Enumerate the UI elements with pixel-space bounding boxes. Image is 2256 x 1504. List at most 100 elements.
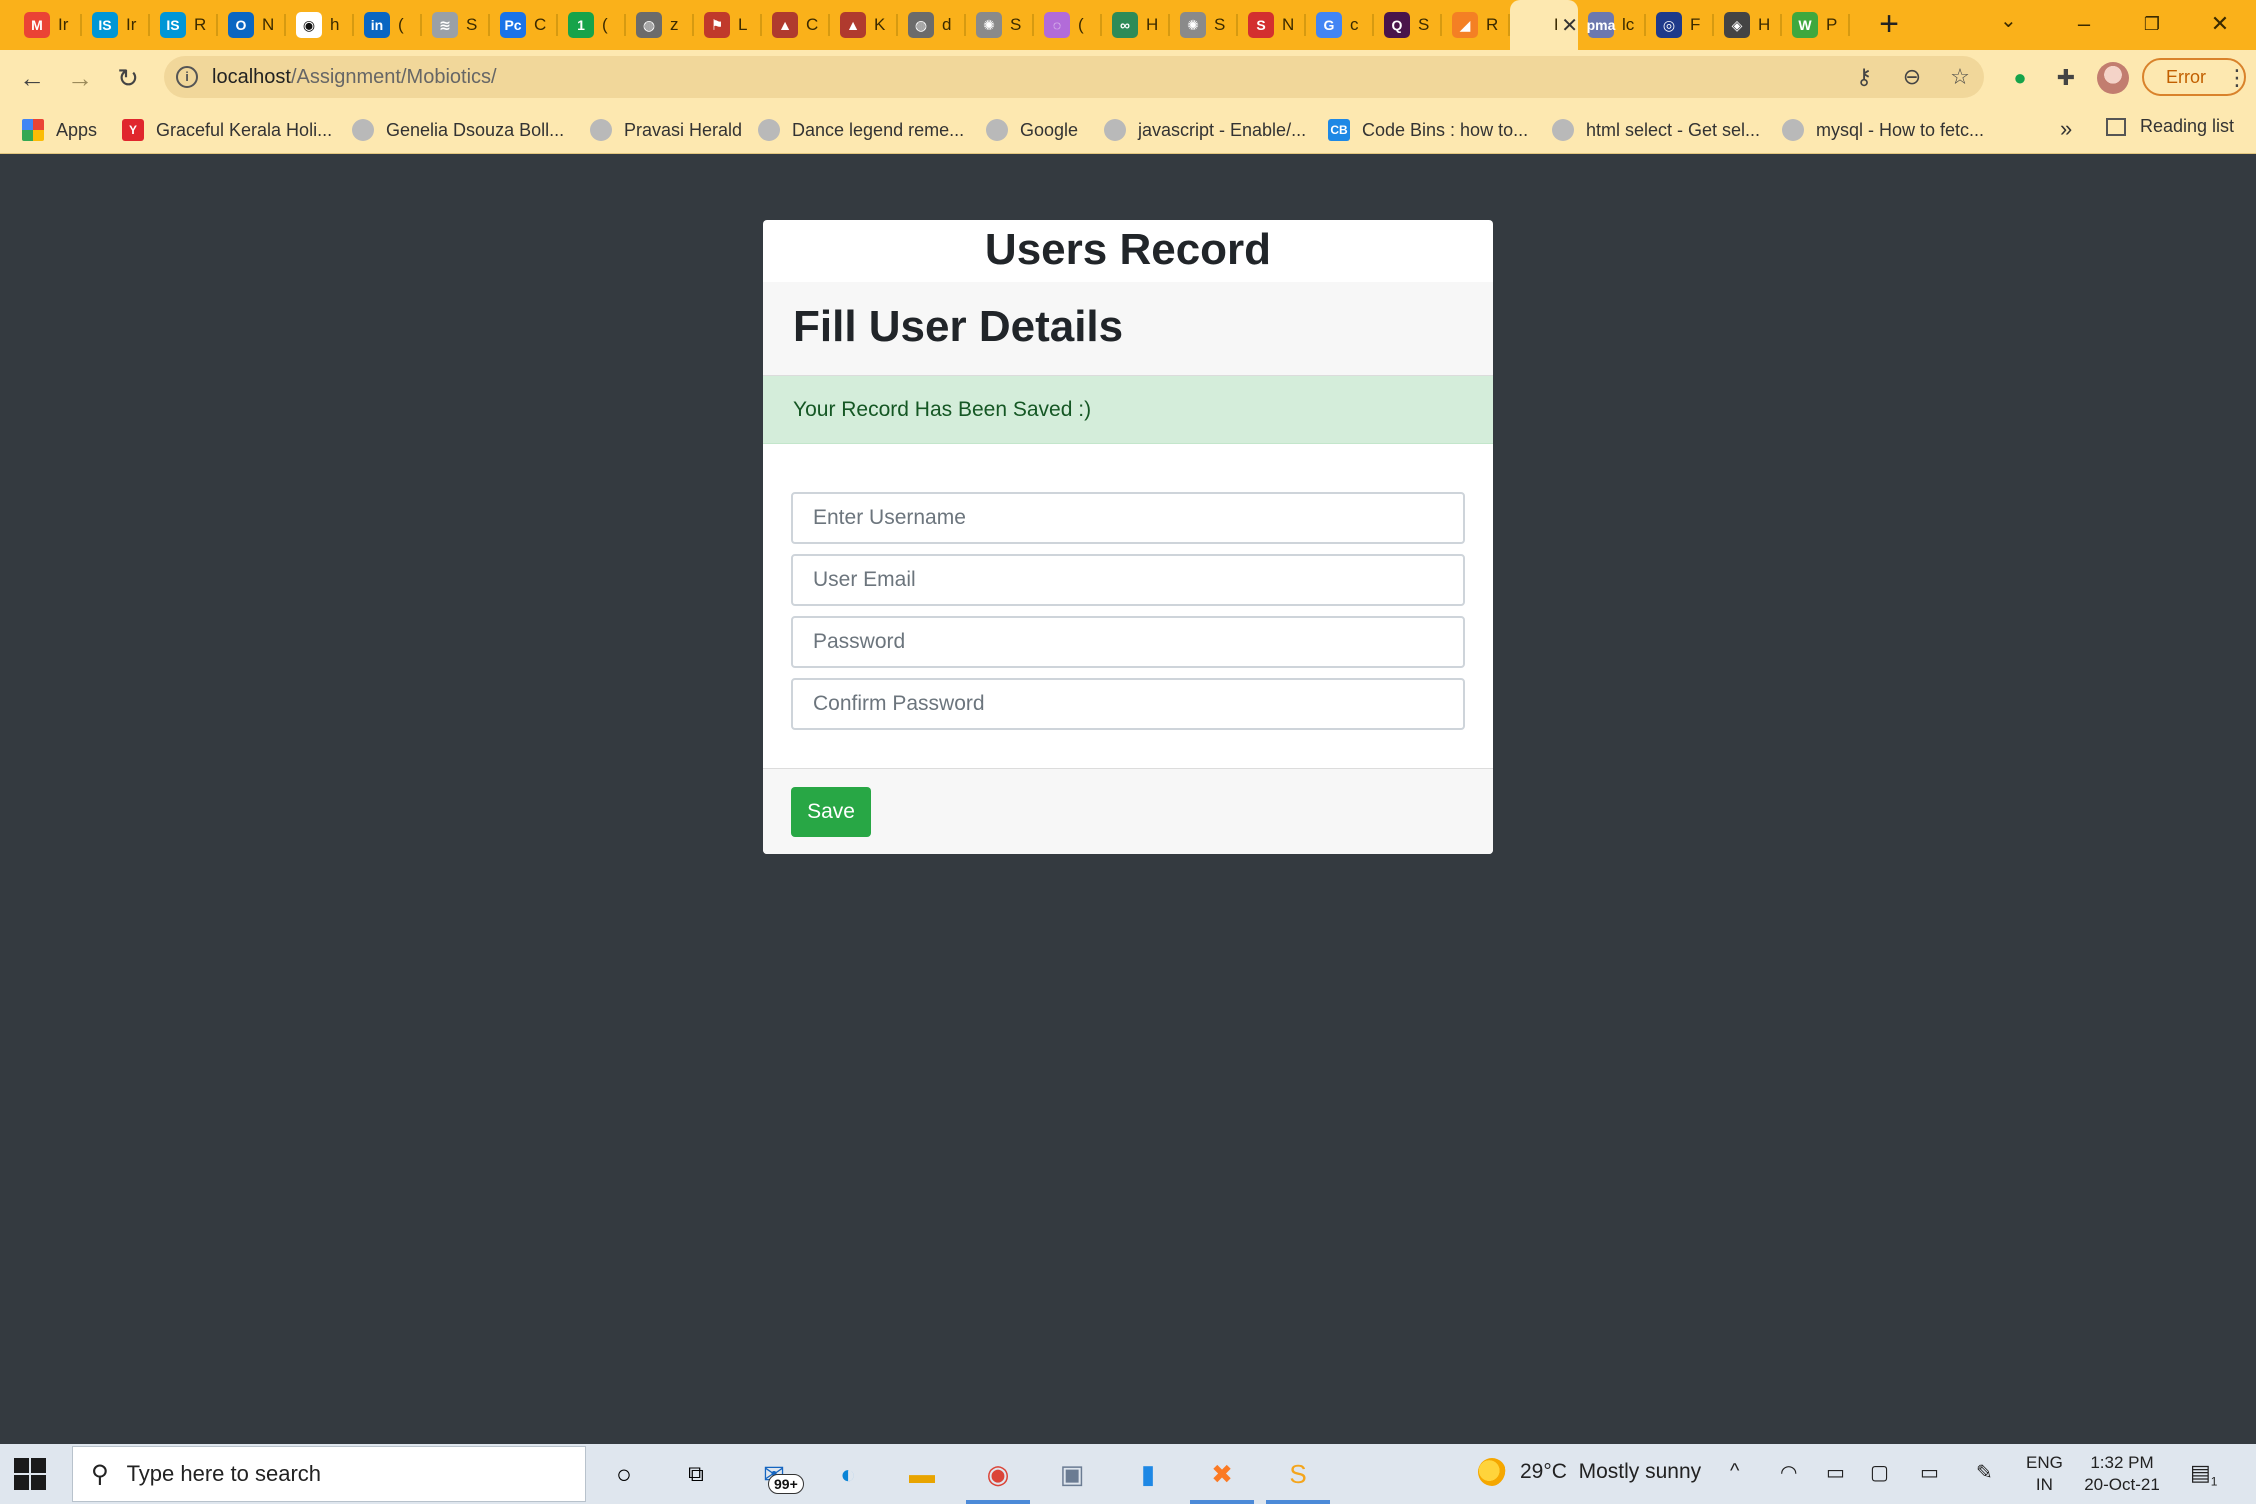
- taskbar-clock[interactable]: 1:32 PM 20-Oct-21: [2080, 1452, 2164, 1496]
- windows-start-icon[interactable]: [14, 1458, 46, 1490]
- profile-avatar[interactable]: [2097, 62, 2129, 94]
- site-icon: ⚑: [704, 12, 730, 38]
- tab-search-chevron-icon[interactable]: ⌄: [2000, 8, 2017, 33]
- back-arrow-icon[interactable]: ←: [14, 60, 50, 96]
- battery-icon[interactable]: ▭: [1920, 1460, 1939, 1485]
- stackoverflow-icon: ◢: [1452, 12, 1478, 38]
- show-hidden-icons-chevron-icon[interactable]: ^: [1730, 1460, 1739, 1483]
- site-icon: ▲: [772, 12, 798, 38]
- globe-icon: ◍: [908, 12, 934, 38]
- tab-title: P: [1826, 15, 1838, 34]
- site-icon: Pc: [500, 12, 526, 38]
- tab-title: L: [738, 15, 748, 34]
- browser-tab[interactable]: ✺ S: [966, 0, 1034, 50]
- browser-tab[interactable]: pma lc: [1578, 0, 1646, 50]
- bookmarks-overflow-icon[interactable]: »: [2060, 116, 2072, 142]
- bookmark-star-icon[interactable]: ☆: [1946, 64, 1974, 90]
- chrome-icon[interactable]: ◉: [966, 1454, 1030, 1504]
- browser-tab[interactable]: Gc: [1306, 0, 1374, 50]
- tab-title: Re: [1554, 15, 1557, 35]
- browser-tab[interactable]: IS R: [150, 0, 218, 50]
- bookmark-item[interactable]: CB Code Bins : how to...: [1328, 116, 1528, 144]
- browser-tab[interactable]: ⚑ L: [694, 0, 762, 50]
- language-indicator[interactable]: ENG IN: [2026, 1452, 2063, 1496]
- zoom-icon[interactable]: ⊖: [1898, 64, 1926, 90]
- url-text[interactable]: localhost/Assignment/Mobiotics/: [212, 66, 497, 89]
- close-window-button[interactable]: ✕: [2200, 6, 2240, 42]
- reload-icon[interactable]: ↻: [110, 60, 146, 96]
- taskbar-search-box[interactable]: ⚲ Type here to search: [72, 1446, 586, 1502]
- save-button[interactable]: Save: [791, 787, 871, 837]
- weather-widget[interactable]: 29°C Mostly sunny: [1478, 1458, 1701, 1486]
- browser-tab[interactable]: ◍ z: [626, 0, 694, 50]
- reading-list-button[interactable]: Reading list: [2106, 116, 2234, 137]
- browser-tab[interactable]: Pc C: [490, 0, 558, 50]
- bookmark-item[interactable]: mysql - How to fetc...: [1782, 116, 1984, 144]
- notification-center-icon[interactable]: ▤1: [2190, 1460, 2217, 1488]
- browser-tab[interactable]: in (: [354, 0, 422, 50]
- browser-tab[interactable]: WP: [1782, 0, 1850, 50]
- confirm-password-input[interactable]: [791, 678, 1465, 730]
- sublime-text-icon[interactable]: S: [1266, 1454, 1330, 1504]
- cortana-icon[interactable]: ○: [604, 1454, 644, 1494]
- xampp-icon[interactable]: ✖: [1190, 1454, 1254, 1504]
- address-bar[interactable]: i localhost/Assignment/Mobiotics/ ⚷ ⊖ ☆: [164, 56, 1984, 98]
- browser-tab[interactable]: ◉ h: [286, 0, 354, 50]
- tab-title: (: [398, 15, 404, 34]
- bookmark-label: Genelia Dsouza Boll...: [386, 119, 565, 140]
- task-view-icon[interactable]: ⧉: [676, 1454, 716, 1494]
- meet-now-icon[interactable]: ▭: [1826, 1460, 1845, 1485]
- bookmark-item[interactable]: html select - Get sel...: [1552, 116, 1760, 144]
- site-info-icon[interactable]: i: [176, 66, 198, 88]
- bookmark-item[interactable]: Google: [986, 116, 1078, 144]
- edge-icon[interactable]: ◐: [828, 1454, 868, 1494]
- bookmark-item[interactable]: javascript - Enable/...: [1104, 116, 1306, 144]
- browser-tab[interactable]: Re✕: [1510, 0, 1578, 50]
- browser-tab[interactable]: ◈ H: [1714, 0, 1782, 50]
- browser-tab[interactable]: ◌(: [1034, 0, 1102, 50]
- password-input[interactable]: [791, 616, 1465, 668]
- browser-tab[interactable]: ◢ R: [1442, 0, 1510, 50]
- bookmark-item[interactable]: Pravasi Herald: [590, 116, 742, 144]
- browser-tab[interactable]: ✺ S: [1170, 0, 1238, 50]
- username-input[interactable]: [791, 492, 1465, 544]
- menu-kebab-icon[interactable]: ⋮: [2226, 62, 2248, 94]
- email-input[interactable]: [791, 554, 1465, 606]
- snipping-tool-icon[interactable]: ▣: [1052, 1454, 1092, 1494]
- file-explorer-icon[interactable]: ▬: [902, 1454, 942, 1494]
- new-tab-button[interactable]: +: [1872, 7, 1906, 42]
- browser-tab[interactable]: ∞ H: [1102, 0, 1170, 50]
- phone-app-icon[interactable]: ▮: [1128, 1454, 1168, 1494]
- whatsapp-extension-icon[interactable]: ●: [2004, 62, 2036, 94]
- bookmark-item[interactable]: Apps: [22, 116, 97, 144]
- bookmark-item[interactable]: Dance legend reme...: [758, 116, 964, 144]
- bookmarks-bar: Apps Y Graceful Kerala Holi... Genelia Dsou…: [0, 106, 2256, 154]
- forward-arrow-icon[interactable]: →: [62, 60, 98, 96]
- wifi-icon[interactable]: ◠: [1780, 1460, 1797, 1485]
- browser-tab[interactable]: SN: [1238, 0, 1306, 50]
- site-icon: ◌: [1044, 12, 1070, 38]
- browser-tab[interactable]: IS Ir: [82, 0, 150, 50]
- browser-tab[interactable]: QS: [1374, 0, 1442, 50]
- browser-tab[interactable]: ◍ d: [898, 0, 966, 50]
- browser-tab[interactable]: M Ir: [14, 0, 82, 50]
- bookmark-label: html select - Get sel...: [1586, 119, 1761, 140]
- key-icon[interactable]: ⚷: [1850, 64, 1878, 90]
- restore-button[interactable]: ❐: [2132, 6, 2172, 42]
- close-tab-icon[interactable]: ✕: [1561, 13, 1578, 38]
- bookmark-item[interactable]: Y Graceful Kerala Holi...: [122, 116, 332, 144]
- browser-tab[interactable]: ON: [218, 0, 286, 50]
- minimize-button[interactable]: –: [2064, 6, 2104, 42]
- browser-tab[interactable]: 1(: [558, 0, 626, 50]
- card-heading: Fill User Details: [793, 302, 1124, 351]
- browser-tab[interactable]: ▲ C: [762, 0, 830, 50]
- tab-title: H: [1146, 15, 1159, 34]
- bookmark-item[interactable]: Genelia Dsouza Boll...: [352, 116, 564, 144]
- extensions-puzzle-icon[interactable]: ✚: [2050, 62, 2082, 94]
- display-icon[interactable]: ▢: [1870, 1460, 1889, 1485]
- pen-icon[interactable]: ✎: [1976, 1460, 1993, 1485]
- browser-tab[interactable]: ◎ F: [1646, 0, 1714, 50]
- browser-tab[interactable]: ▲ K: [830, 0, 898, 50]
- browser-tab[interactable]: ≋ S: [422, 0, 490, 50]
- site-icon: ≋: [432, 12, 458, 38]
